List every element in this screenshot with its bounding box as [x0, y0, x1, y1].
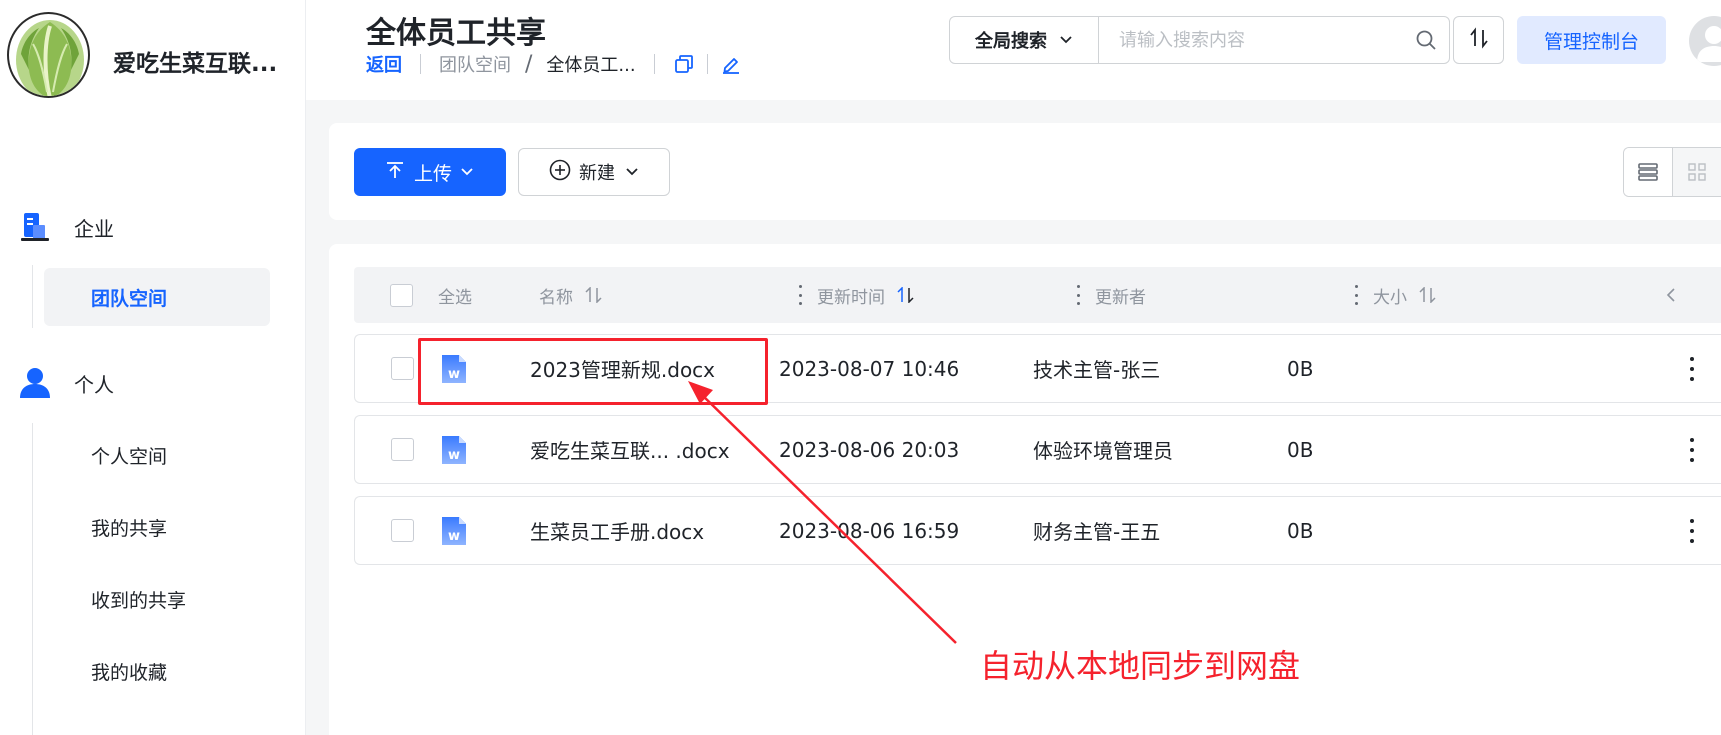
sidebar-item-personal-space[interactable]: 个人空间: [44, 426, 270, 484]
chevron-down-icon: [625, 162, 639, 183]
column-updated-time[interactable]: 更新时间: [817, 267, 915, 323]
plus-circle-icon: [549, 159, 571, 186]
divider: [653, 54, 655, 74]
upload-label: 上传: [413, 162, 452, 185]
search-box: [1098, 16, 1450, 64]
new-button[interactable]: 新建: [518, 148, 670, 196]
search-input[interactable]: [1099, 17, 1403, 63]
sidebar: 爱吃生菜互联... 企业 团队空间 个人 个人空间 我的共享 收到的共享 我的收…: [0, 0, 306, 735]
file-updated-time: 2023-08-06 20:03: [779, 437, 960, 462]
avatar[interactable]: [1689, 16, 1721, 66]
divider: [420, 54, 421, 74]
building-icon: [18, 210, 52, 244]
word-doc-icon: w: [441, 416, 467, 483]
svg-text:w: w: [448, 448, 460, 463]
brand: 爱吃生菜互联...: [0, 0, 306, 100]
sort-icon: [1419, 287, 1437, 303]
column-updater[interactable]: 更新者: [1095, 267, 1146, 323]
nav-group-enterprise[interactable]: 企业: [18, 207, 114, 247]
file-size: 0B: [1287, 437, 1314, 462]
annotation-text: 自动从本地同步到网盘: [980, 647, 1301, 685]
search-scope-label: 全局搜索: [975, 31, 1047, 52]
chevron-down-icon: [460, 161, 474, 183]
svg-text:w: w: [448, 529, 460, 544]
file-size: 0B: [1287, 356, 1314, 381]
column-name[interactable]: 名称: [539, 267, 603, 323]
column-resize-handle[interactable]: [1354, 285, 1358, 305]
chevron-down-icon: [1059, 30, 1073, 51]
file-name[interactable]: 2023管理新规.docx: [530, 335, 715, 402]
file-size: 0B: [1287, 518, 1314, 543]
breadcrumb-separator: /: [525, 51, 533, 77]
admin-console-button[interactable]: 管理控制台: [1517, 16, 1666, 64]
word-doc-icon: w: [441, 335, 467, 402]
brand-name: 爱吃生菜互联...: [113, 51, 278, 77]
table-row[interactable]: w 2023管理新规.docx 2023-08-07 10:46 技术主管-张三…: [354, 334, 1721, 403]
app-window: 爱吃生菜互联... 企业 团队空间 个人 个人空间 我的共享 收到的共享 我的收…: [0, 0, 1721, 735]
grid-view-icon[interactable]: [1672, 148, 1721, 196]
chevron-left-icon[interactable]: [1665, 267, 1677, 323]
copy-icon[interactable]: [673, 53, 695, 75]
sort-icon: [585, 287, 603, 303]
row-checkbox[interactable]: [391, 438, 414, 461]
edit-icon[interactable]: [720, 53, 742, 75]
sidebar-item-team-space[interactable]: 团队空间: [44, 268, 270, 326]
column-resize-handle[interactable]: [798, 285, 802, 305]
select-all-checkbox[interactable]: [390, 283, 413, 307]
svg-text:w: w: [448, 367, 460, 382]
sort-icon: [897, 287, 915, 303]
file-updater: 体验环境管理员: [1033, 439, 1173, 463]
column-name-label: 名称: [539, 287, 573, 308]
header: 全体员工共享 返回 团队空间 / 全体员工... 全局搜索 请输入搜索内容 管理…: [306, 0, 1721, 100]
table-header: 全选 名称 更新时间 更新者 大小: [354, 267, 1721, 323]
tree-line: [32, 423, 33, 735]
sidebar-item-received-shares[interactable]: 收到的共享: [44, 570, 270, 628]
upload-icon: [386, 161, 404, 184]
more-icon[interactable]: [1689, 438, 1695, 462]
list-view-icon[interactable]: [1624, 148, 1673, 196]
page-title: 全体员工共享: [366, 16, 546, 51]
sidebar-item-favorites[interactable]: 我的收藏: [44, 642, 270, 700]
breadcrumb-parent[interactable]: 团队空间: [439, 51, 511, 77]
breadcrumb: 返回 团队空间 / 全体员工...: [366, 51, 742, 77]
column-size[interactable]: 大小: [1373, 267, 1437, 323]
toolbar: 上传 新建: [329, 123, 1721, 220]
sidebar-item-my-shares[interactable]: 我的共享: [44, 498, 270, 556]
search-icon[interactable]: [1403, 17, 1449, 63]
lettuce-logo: [7, 12, 90, 98]
file-name[interactable]: 爱吃生菜互联... .docx: [530, 416, 730, 483]
file-updater: 技术主管-张三: [1033, 358, 1161, 382]
more-icon[interactable]: [1689, 357, 1695, 381]
sort-icon: [1468, 27, 1490, 53]
column-select-all: 全选: [438, 287, 472, 308]
tree-line: [32, 265, 33, 328]
file-updated-time: 2023-08-07 10:46: [779, 356, 960, 381]
table-row[interactable]: w 生菜员工手册.docx 2023-08-06 16:59 财务主管-王五 0…: [354, 496, 1721, 565]
nav-group-personal[interactable]: 个人: [18, 363, 114, 403]
column-resize-handle[interactable]: [1076, 285, 1080, 305]
upload-button[interactable]: 上传: [354, 148, 506, 196]
file-name[interactable]: 生菜员工手册.docx: [530, 497, 704, 564]
view-toggle: [1623, 147, 1721, 197]
person-icon: [18, 366, 52, 400]
column-size-label: 大小: [1373, 287, 1407, 308]
divider: [706, 54, 708, 74]
nav-group-label: 个人: [74, 372, 114, 397]
sort-button[interactable]: [1453, 16, 1504, 64]
breadcrumb-current: 全体员工...: [546, 55, 636, 76]
back-link[interactable]: 返回: [366, 51, 402, 77]
file-updater: 财务主管-王五: [1033, 520, 1161, 544]
file-updated-time: 2023-08-06 16:59: [779, 518, 960, 543]
new-label: 新建: [579, 163, 615, 184]
row-checkbox[interactable]: [391, 357, 414, 380]
word-doc-icon: w: [441, 497, 467, 564]
column-updated-time-label: 更新时间: [817, 287, 885, 308]
search-scope-select[interactable]: 全局搜索: [949, 16, 1099, 64]
more-icon[interactable]: [1689, 519, 1695, 543]
nav-group-label: 企业: [74, 216, 114, 241]
row-checkbox[interactable]: [391, 519, 414, 542]
table-row[interactable]: w 爱吃生菜互联... .docx 2023-08-06 20:03 体验环境管…: [354, 415, 1721, 484]
